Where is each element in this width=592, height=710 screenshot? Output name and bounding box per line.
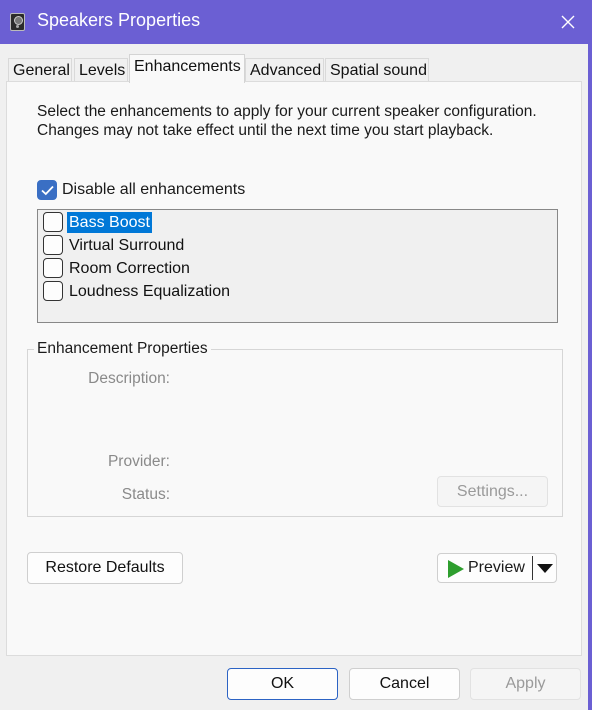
close-icon bbox=[561, 15, 575, 29]
provider-label: Provider: bbox=[107, 453, 170, 470]
apply-button[interactable]: Apply bbox=[470, 668, 581, 700]
split-separator bbox=[532, 556, 533, 580]
title-bar[interactable]: Speakers Properties bbox=[0, 0, 592, 44]
tab-advanced[interactable]: Advanced bbox=[245, 58, 324, 82]
preview-split-button[interactable]: Preview bbox=[437, 553, 557, 583]
ok-button[interactable]: OK bbox=[227, 668, 338, 700]
chevron-down-icon[interactable] bbox=[537, 564, 553, 574]
virtual-surround-checkbox[interactable] bbox=[43, 235, 63, 255]
disable-all-label: Disable all enhancements bbox=[62, 181, 246, 198]
speaker-icon bbox=[10, 13, 25, 31]
tab-spatial-sound[interactable]: Spatial sound bbox=[325, 58, 429, 82]
settings-button[interactable]: Settings... bbox=[437, 476, 548, 507]
list-item[interactable]: Room Correction bbox=[43, 258, 443, 280]
tab-general[interactable]: General bbox=[8, 58, 72, 82]
bass-boost-label: Bass Boost bbox=[67, 212, 152, 233]
enhancements-panel: Select the enhancements to apply for you… bbox=[6, 81, 582, 656]
tab-levels[interactable]: Levels bbox=[74, 58, 128, 82]
loudness-equalization-checkbox[interactable] bbox=[43, 281, 63, 301]
close-button[interactable] bbox=[550, 4, 586, 40]
list-item[interactable]: Loudness Equalization bbox=[43, 281, 443, 303]
restore-defaults-button[interactable]: Restore Defaults bbox=[27, 552, 183, 584]
group-title: Enhancement Properties bbox=[34, 340, 211, 358]
speakers-properties-window: Speakers Properties General Levels Enhan… bbox=[0, 0, 592, 710]
window-title: Speakers Properties bbox=[37, 10, 201, 30]
room-correction-label: Room Correction bbox=[69, 260, 190, 277]
status-label: Status: bbox=[121, 486, 170, 503]
bass-boost-checkbox[interactable] bbox=[43, 212, 63, 232]
preview-label: Preview bbox=[468, 559, 525, 576]
loudness-equalization-label: Loudness Equalization bbox=[69, 283, 231, 300]
play-icon bbox=[448, 560, 464, 578]
dialog-client-area: General Levels Enhancements Advanced Spa… bbox=[0, 44, 588, 710]
intro-text: Select the enhancements to apply for you… bbox=[37, 103, 537, 139]
cancel-button[interactable]: Cancel bbox=[349, 668, 460, 700]
tab-enhancements[interactable]: Enhancements bbox=[129, 54, 245, 83]
virtual-surround-label: Virtual Surround bbox=[69, 237, 185, 254]
list-item[interactable]: Virtual Surround bbox=[43, 235, 443, 257]
room-correction-checkbox[interactable] bbox=[43, 258, 63, 278]
enhancement-properties-group: Enhancement Properties Description: Prov… bbox=[27, 340, 563, 517]
disable-all-checkbox[interactable] bbox=[37, 180, 57, 200]
checkmark-icon bbox=[41, 185, 54, 196]
description-label: Description: bbox=[88, 370, 170, 387]
list-item[interactable]: Bass Boost bbox=[43, 212, 443, 234]
enhancements-list[interactable]: Bass Boost Virtual Surround Room Correct… bbox=[37, 209, 558, 323]
